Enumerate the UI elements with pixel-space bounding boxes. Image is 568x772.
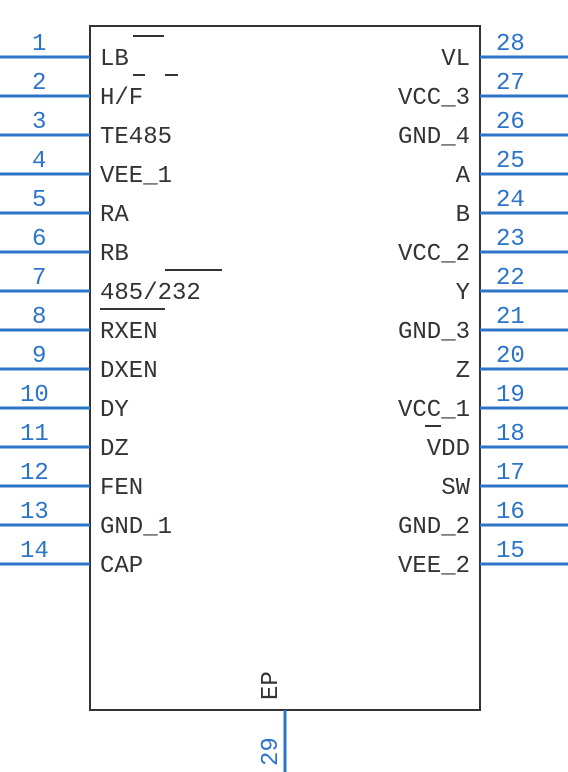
pin-number: 11: [20, 421, 49, 448]
pin-label: CAP: [100, 553, 143, 580]
ic-pinout-diagram: 1 LB 2 H/F 3 TE485 4 VEE_1 5 RA 6 RB 7 485/232 8 RXEN 9 D…: [0, 0, 568, 772]
pin-label: TE485: [100, 124, 172, 151]
pin-number: 9: [32, 343, 46, 370]
pin-label: B: [456, 202, 470, 229]
pin-number: 15: [496, 538, 525, 565]
pin-number: 25: [496, 148, 525, 175]
pin-label: RB: [100, 241, 129, 268]
pin-number: 6: [32, 226, 46, 253]
pin-number: 13: [20, 499, 49, 526]
pin-label: GND_2: [398, 514, 470, 541]
pin-number: 7: [32, 265, 46, 292]
pin-label: VCC_1: [398, 397, 470, 424]
pin-label: SW: [441, 475, 470, 502]
pin-number: 27: [496, 70, 525, 97]
pin-label: VCC_2: [398, 241, 470, 268]
pin-label: A: [456, 163, 471, 190]
pin-number: 12: [20, 460, 49, 487]
pin-label: EP: [258, 671, 285, 700]
pin-number: 14: [20, 538, 49, 565]
pin-number: 2: [32, 70, 46, 97]
pin-number: 18: [496, 421, 525, 448]
pin-label: GND_3: [398, 319, 470, 346]
pin-number: 23: [496, 226, 525, 253]
pin-number: 19: [496, 382, 525, 409]
pin-number: 10: [20, 382, 49, 409]
pin-label: Y: [456, 280, 470, 307]
pin-label: DZ: [100, 436, 129, 463]
pin-label: DY: [100, 397, 129, 424]
pin-label: RA: [100, 202, 129, 229]
pin-label: GND_1: [100, 514, 172, 541]
pin-number: 28: [496, 31, 525, 58]
pin-number: 3: [32, 109, 46, 136]
pin-label: DXEN: [100, 358, 158, 385]
pin-label: VDD: [427, 436, 470, 463]
pin-number: 17: [496, 460, 525, 487]
pin-label: Z: [456, 358, 470, 385]
pin-label: VCC_3: [398, 85, 470, 112]
pin-number: 24: [496, 187, 525, 214]
pin-label: RXEN: [100, 319, 158, 346]
pin-label: VEE_1: [100, 163, 172, 190]
pin-label: 485/232: [100, 280, 201, 307]
pin-number: 4: [32, 148, 46, 175]
pin-number: 20: [496, 343, 525, 370]
pin-number: 22: [496, 265, 525, 292]
pin-number: 8: [32, 304, 46, 331]
pin-number: 21: [496, 304, 525, 331]
pin-label: H/F: [100, 85, 143, 112]
pin-label: VEE_2: [398, 553, 470, 580]
pin-number: 26: [496, 109, 525, 136]
pin-label: LB: [100, 46, 129, 73]
pin-number: 29: [258, 737, 285, 766]
pin-number: 1: [32, 31, 46, 58]
pin-label: VL: [441, 46, 470, 73]
pin-number: 5: [32, 187, 46, 214]
pin-label: FEN: [100, 475, 143, 502]
pin-label: GND_4: [398, 124, 470, 151]
pin-number: 16: [496, 499, 525, 526]
